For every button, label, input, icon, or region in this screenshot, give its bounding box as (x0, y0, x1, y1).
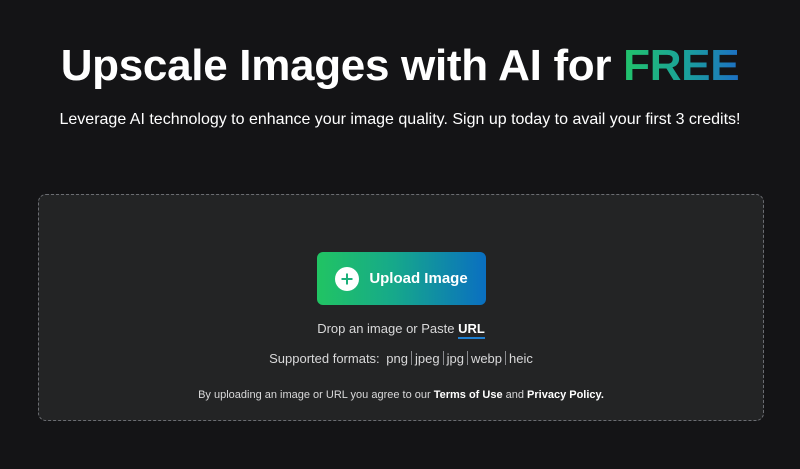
legal-prefix: By uploading an image or URL you agree t… (198, 389, 434, 401)
upload-image-button[interactable]: Upload Image (317, 252, 486, 305)
legal-and: and (502, 389, 528, 401)
upload-button-label: Upload Image (369, 270, 468, 287)
supported-formats: Supported formats: png jpeg jpg webp heic (39, 351, 763, 367)
drop-instructions-text: Drop an image or Paste (317, 321, 459, 336)
page-title: Upscale Images with AI for FREE (0, 40, 800, 92)
paste-url-link[interactable]: URL (458, 321, 485, 339)
format-item: heic (509, 351, 533, 366)
format-divider (466, 351, 468, 365)
format-item: png (386, 351, 408, 366)
supported-formats-label: Supported formats: (269, 351, 380, 366)
format-divider (505, 351, 507, 365)
plus-circle-icon (335, 266, 360, 291)
legal-notice: By uploading an image or URL you agree t… (39, 388, 763, 402)
format-item: webp (470, 351, 503, 366)
format-divider (411, 351, 412, 365)
privacy-policy-link[interactable]: Privacy Policy. (527, 389, 604, 401)
terms-of-use-link[interactable]: Terms of Use (434, 389, 503, 401)
format-divider (442, 351, 444, 365)
format-item: jpeg (415, 351, 440, 366)
page-title-highlight: FREE (623, 41, 740, 90)
page-subtitle: Leverage AI technology to enhance your i… (59, 111, 741, 128)
page-title-main: Upscale Images with AI for (60, 41, 624, 90)
drop-instructions: Drop an image or Paste URL (39, 321, 763, 339)
upload-dropzone[interactable]: Upload Image Drop an image or Paste URL … (38, 194, 764, 421)
format-item: jpg (446, 351, 464, 366)
